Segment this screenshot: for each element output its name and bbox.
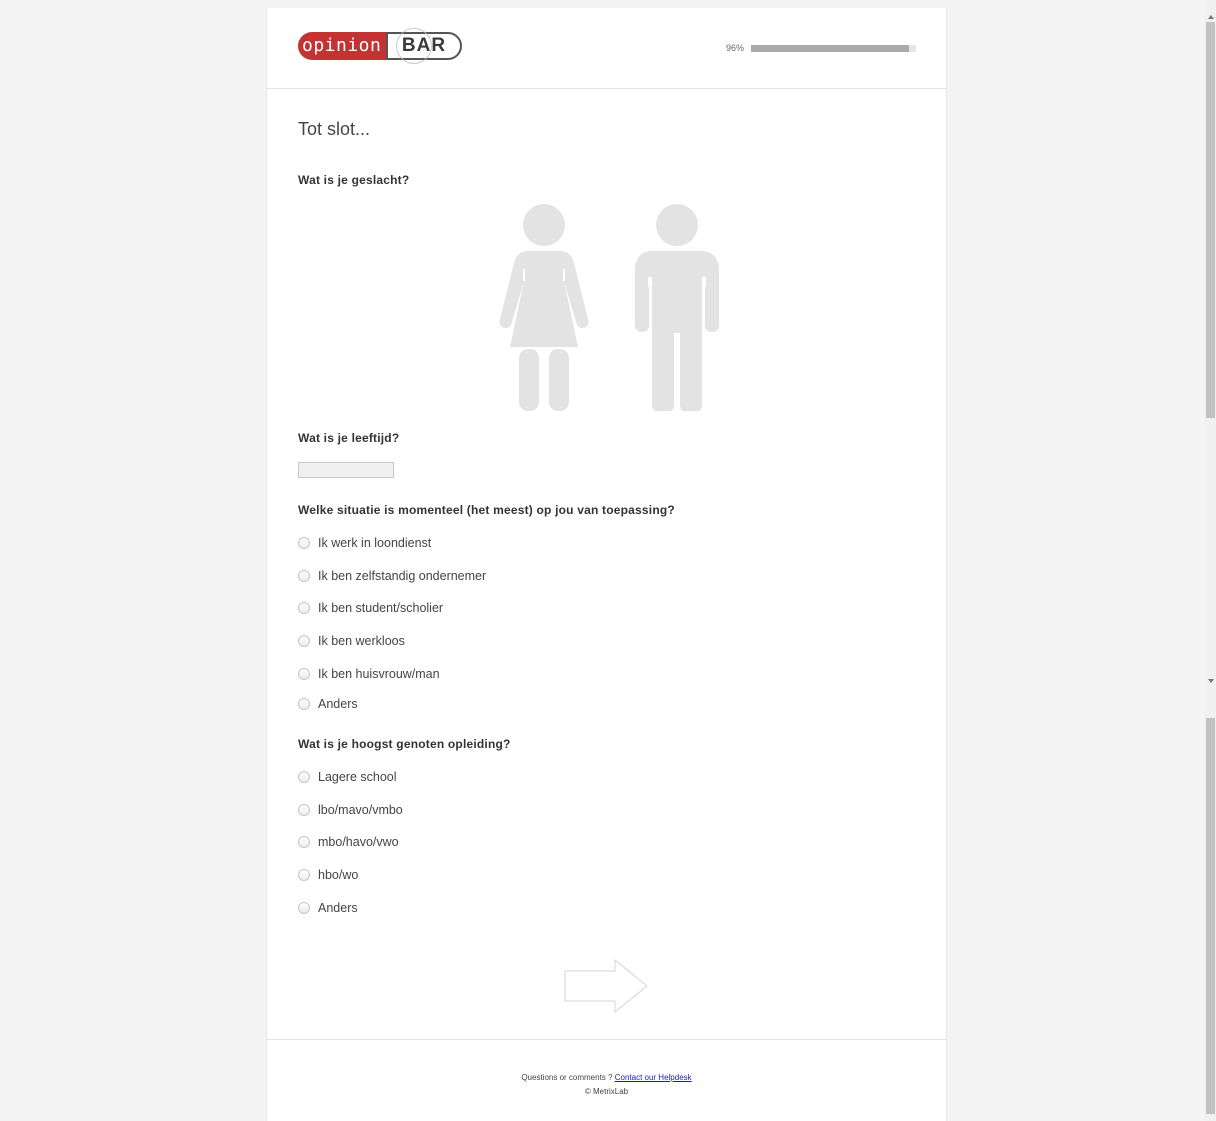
radio-button[interactable] <box>298 869 310 881</box>
education-option[interactable]: Lagere school <box>298 768 397 786</box>
vertical-scrollbar[interactable] <box>1205 0 1216 1121</box>
situation-option-label: Ik ben student/scholier <box>318 601 444 615</box>
education-option-label: lbo/mavo/vmbo <box>318 803 403 817</box>
age-input[interactable] <box>298 462 394 478</box>
opinionbar-logo: opinion BAR <box>298 28 464 68</box>
radio-button[interactable] <box>298 804 310 816</box>
page-background-right <box>947 0 1205 1121</box>
scrollbar-thumb[interactable] <box>1206 22 1215 418</box>
radio-button[interactable] <box>298 836 310 848</box>
survey-header: opinion BAR 96% <box>267 8 946 89</box>
arrow-right-icon <box>564 958 648 1014</box>
progress-bar-fill <box>751 45 910 52</box>
male-figure-icon <box>635 204 719 413</box>
next-button[interactable] <box>563 958 653 1014</box>
radio-button[interactable] <box>298 537 310 549</box>
education-option-label: Anders <box>318 901 358 915</box>
page-background-left <box>0 0 266 1121</box>
situation-option[interactable]: Ik ben zelfstandig ondernemer <box>298 567 486 585</box>
gender-selector <box>495 201 720 413</box>
situation-option[interactable]: Ik ben huisvrouw/man <box>298 665 440 683</box>
scroll-down-icon[interactable] <box>1208 679 1214 683</box>
globe-icon <box>396 28 432 64</box>
education-option-label: mbo/havo/vwo <box>318 835 399 849</box>
question-education: Wat is je hoogst genoten opleiding? <box>298 737 511 751</box>
situation-option-label: Ik ben zelfstandig ondernemer <box>318 569 487 583</box>
situation-option-label: Ik ben huisvrouw/man <box>318 667 440 681</box>
scroll-up-icon[interactable] <box>1208 15 1214 19</box>
progress-bar <box>751 45 916 52</box>
radio-button[interactable] <box>298 771 310 783</box>
radio-button[interactable] <box>298 635 310 647</box>
scrollbar-thumb-secondary[interactable] <box>1206 718 1215 1114</box>
copyright-text: © MetrixLab <box>584 1087 629 1096</box>
logo-text-left: opinion <box>298 32 391 60</box>
female-figure-icon <box>499 204 589 411</box>
survey-container: opinion BAR 96% Tot slot... Wat is je ge… <box>266 8 947 1121</box>
situation-option-label: Ik ben werkloos <box>318 634 405 648</box>
radio-button[interactable] <box>298 698 310 710</box>
female-figure-option[interactable] <box>495 201 593 416</box>
education-option[interactable]: hbo/wo <box>298 866 358 884</box>
radio-button[interactable] <box>298 668 310 680</box>
footer-contact-line: Questions or comments ? Contact our Help… <box>267 1073 946 1082</box>
situation-option[interactable]: Anders <box>298 695 358 713</box>
education-option-label: Lagere school <box>318 770 397 784</box>
situation-option[interactable]: Ik werk in loondienst <box>298 534 431 552</box>
question-situation: Welke situatie is momenteel (het meest) … <box>298 503 675 517</box>
education-option[interactable]: mbo/havo/vwo <box>298 833 399 851</box>
education-option[interactable]: lbo/mavo/vmbo <box>298 801 403 819</box>
helpdesk-link[interactable]: Contact our Helpdesk <box>615 1073 692 1082</box>
situation-option[interactable]: Ik ben werkloos <box>298 632 405 650</box>
male-figure-option[interactable] <box>631 201 723 416</box>
survey-footer: Questions or comments ? Contact our Help… <box>267 1039 946 1121</box>
education-option[interactable]: Anders <box>298 899 358 917</box>
radio-button[interactable] <box>298 602 310 614</box>
situation-option-label: Anders <box>318 697 358 711</box>
progress-percentage: 96% <box>726 43 745 53</box>
situation-option-label: Ik werk in loondienst <box>318 536 432 550</box>
situation-option[interactable]: Ik ben student/scholier <box>298 599 443 617</box>
radio-button[interactable] <box>298 570 310 582</box>
page-title: Tot slot... <box>298 119 371 139</box>
question-gender: Wat is je geslacht? <box>298 173 410 187</box>
education-option-label: hbo/wo <box>318 868 359 882</box>
radio-button[interactable] <box>298 902 310 914</box>
footer-question-text: Questions or comments ? <box>521 1073 613 1082</box>
question-age: Wat is je leeftijd? <box>298 431 400 445</box>
